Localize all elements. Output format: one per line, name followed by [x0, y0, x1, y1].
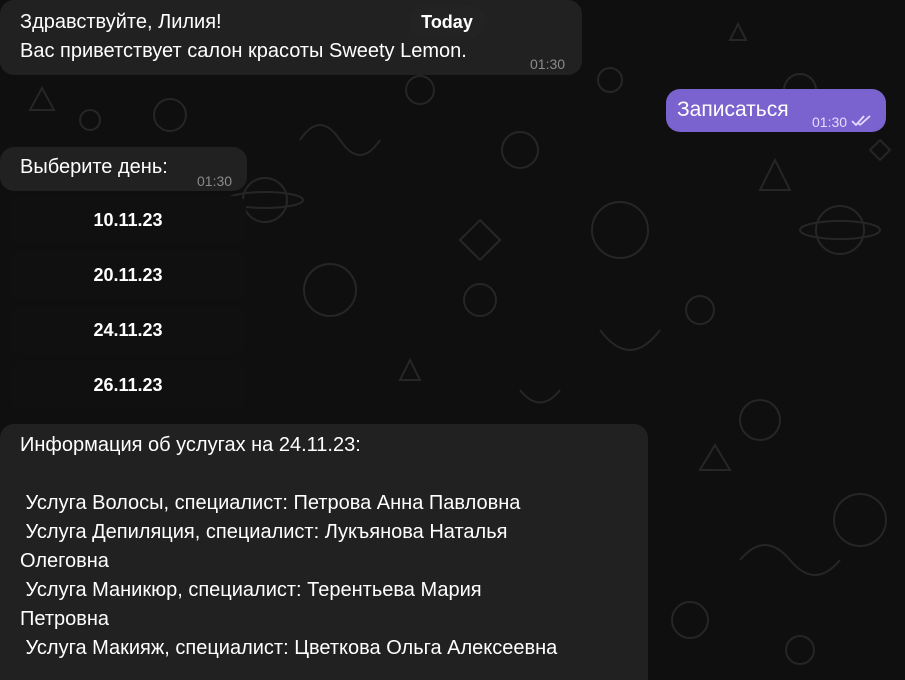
message-time: 01:30	[197, 173, 233, 189]
greeting-line-2: Вас приветствует салон красоты Sweety Le…	[20, 40, 467, 62]
chat-area: Здравствуйте, Лилия! Вас приветствует са…	[0, 0, 905, 680]
greeting-line-1: Здравствуйте, Лилия!	[20, 11, 222, 33]
message-time: 01:30	[530, 56, 566, 72]
choose-day-message: Выберите день: 01:30	[0, 147, 247, 191]
outgoing-message: Записаться 01:30	[666, 89, 886, 132]
double-check-icon	[851, 109, 875, 138]
choose-day-text: Выберите день:	[20, 156, 168, 178]
service-line: Услуга Волосы, специалист: Петрова Анна …	[20, 492, 521, 514]
service-line: Петровна	[20, 608, 110, 630]
service-line: Олеговна	[20, 550, 109, 572]
service-line: Услуга Маникюр, специалист: Терентьева М…	[20, 579, 482, 601]
service-line: Услуга Макияж, специалист: Цветкова Ольг…	[20, 637, 558, 659]
day-button-2[interactable]: 20.11.23	[10, 251, 246, 299]
message-time: 01:30	[812, 108, 875, 138]
services-info-message: Информация об услугах на 24.11.23: Услуг…	[0, 424, 648, 680]
day-button-4[interactable]: 26.11.23	[10, 361, 246, 409]
outgoing-message-text: Записаться	[677, 98, 789, 121]
day-button-1[interactable]: 10.11.23	[10, 196, 246, 244]
service-line: Услуга Депиляция, специалист: Лукъянова …	[20, 521, 508, 543]
message-time-text: 01:30	[812, 114, 848, 130]
date-separator: Today	[409, 5, 485, 39]
greeting-message: Здравствуйте, Лилия! Вас приветствует са…	[0, 0, 582, 75]
day-button-3[interactable]: 24.11.23	[10, 306, 246, 354]
services-info-title: Информация об услугах на 24.11.23:	[20, 434, 361, 456]
